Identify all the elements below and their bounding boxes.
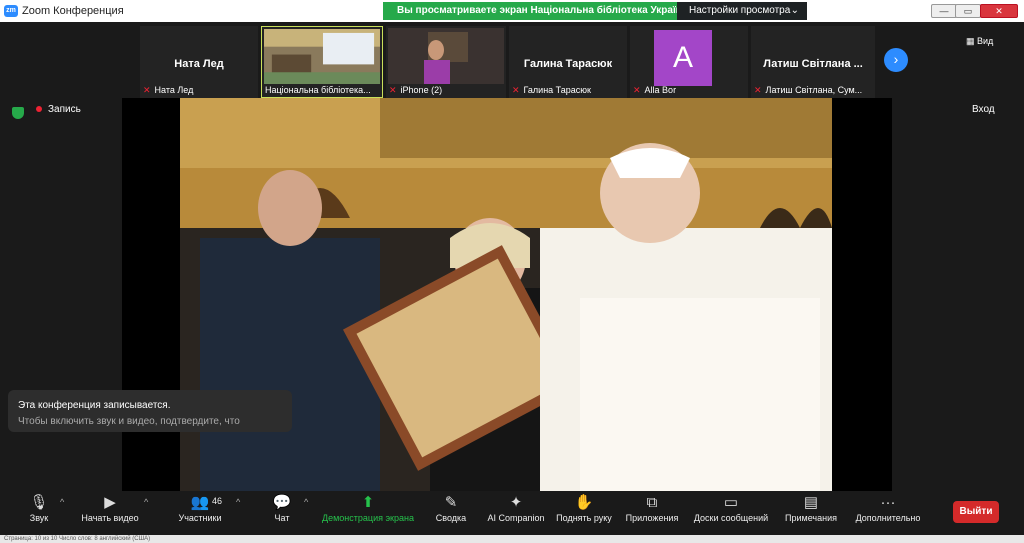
title-bar: zm Zoom Конференция Вы просматриваете эк… <box>0 0 1024 22</box>
more-button[interactable]: ··· Дополнительно <box>854 493 922 523</box>
recording-indicator[interactable]: Запись <box>36 104 81 115</box>
window-title: Zoom Конференция <box>22 5 124 17</box>
word-status-bar: Страница: 10 из 10 Число слов: 8 английс… <box>0 535 1024 543</box>
chat-button[interactable]: 💬 Чат <box>270 493 294 523</box>
participant-tile[interactable]: Галина Тарасюк ✕ Галина Тарасюк <box>509 26 627 98</box>
exit-button[interactable]: Выйти <box>953 501 999 523</box>
participant-footer: ✕ Ната Лед <box>143 85 193 96</box>
video-thumbnail <box>388 28 504 84</box>
participant-name: Латиш Світлана ... <box>763 58 863 70</box>
participant-footer-label: iPhone (2) <box>400 85 443 95</box>
ai-companion-button[interactable]: ✦ AI Companion <box>486 493 546 523</box>
maximize-button[interactable]: ▭ <box>955 4 981 18</box>
apps-icon: ⧉ <box>646 494 658 511</box>
view-button[interactable]: ▦ Вид <box>966 36 993 47</box>
apps-button[interactable]: ⧉ Приложения <box>624 493 680 523</box>
participant-tile[interactable]: ✕ iPhone (2) <box>386 26 506 98</box>
sharing-banner: Вы просматриваете экран Національна бібл… <box>383 2 677 20</box>
ai-label: AI Companion <box>487 513 545 523</box>
chat-icon: 💬 <box>272 494 292 511</box>
participant-footer: ✕ iPhone (2) <box>389 85 442 96</box>
whiteboards-button[interactable]: ▭ Доски сообщений <box>692 493 770 523</box>
participants-button[interactable]: 👥 46 Участники <box>174 493 226 523</box>
video-caret[interactable]: ^ <box>144 497 148 507</box>
notes-label: Примечания <box>785 513 837 523</box>
share-screen-icon: ⬆ <box>361 494 375 511</box>
whiteboards-label: Доски сообщений <box>693 513 769 523</box>
meeting-toolbar: 🎙 Звук ^ ▶ Начать видео ^ 👥 46 Участники… <box>0 491 1024 535</box>
mic-muted-icon: ✕ <box>512 85 520 95</box>
mic-muted-icon: ✕ <box>143 85 151 95</box>
participant-footer: Національна бібліотека... <box>265 85 371 95</box>
close-window-button[interactable]: ✕ <box>980 4 1018 18</box>
participant-tile[interactable]: Національна бібліотека... <box>261 26 383 98</box>
mic-muted-icon: ✕ <box>633 85 641 95</box>
recording-notice: Эта конференция записывается. Чтобы вклю… <box>8 390 292 432</box>
share-label: Демонстрация экрана <box>322 513 414 523</box>
start-video-button[interactable]: ▶ Начать видео <box>78 493 142 523</box>
participant-tile[interactable]: Ната Лед ✕ Ната Лед <box>140 26 258 98</box>
participant-footer-label: Alla Bor <box>644 85 677 95</box>
audio-caret[interactable]: ^ <box>60 497 64 507</box>
record-dot-icon <box>36 106 42 113</box>
microphone-icon: 🎙 <box>29 494 49 511</box>
shared-photo <box>180 98 832 491</box>
participant-tile[interactable]: Латиш Світлана ... ✕ Латиш Світлана, Сум.… <box>751 26 875 98</box>
raise-hand-button[interactable]: ✋ Поднять руку <box>556 493 612 523</box>
more-label: Дополнительно <box>855 513 921 523</box>
summary-button[interactable]: ✎ Сводка <box>434 493 468 523</box>
participant-footer: ✕ Alla Bor <box>633 85 676 96</box>
chevron-down-icon: ⌄ <box>790 5 799 16</box>
participants-count: 46 <box>212 496 223 506</box>
hand-icon: ✋ <box>574 494 594 511</box>
participant-footer-label: Латиш Світлана, Сум... <box>765 85 863 95</box>
participants-caret[interactable]: ^ <box>236 497 240 507</box>
view-button-label: Вид <box>977 36 994 46</box>
raise-hand-label: Поднять руку <box>556 513 612 523</box>
audio-button[interactable]: 🎙 Звук <box>22 493 56 523</box>
enter-button[interactable]: Вход <box>972 104 995 115</box>
notice-line: Чтобы включить звук и видео, подтвердите… <box>18 416 240 427</box>
chat-caret[interactable]: ^ <box>304 497 308 507</box>
participant-footer: ✕ Галина Тарасюк <box>512 85 591 96</box>
video-thumbnail <box>264 29 380 85</box>
shield-icon <box>12 107 24 119</box>
audio-label: Звук <box>29 513 49 523</box>
participant-footer-label: Ната Лед <box>154 85 194 95</box>
notes-button[interactable]: ▤ Примечания <box>784 493 838 523</box>
participant-name: Галина Тарасюк <box>523 58 613 70</box>
mic-muted-icon: ✕ <box>754 85 762 95</box>
summary-icon: ✎ <box>444 494 458 511</box>
sparkle-icon: ✦ <box>509 494 523 511</box>
next-page-button[interactable]: › <box>884 48 908 72</box>
zoom-logo-icon: zm <box>4 5 18 17</box>
participant-strip: Ната Лед ✕ Ната Лед Національна бібліотек… <box>0 22 1024 98</box>
whiteboard-icon: ▭ <box>723 494 739 511</box>
participant-footer: ✕ Латиш Світлана, Сум... <box>754 85 862 96</box>
summary-label: Сводка <box>435 513 467 523</box>
video-off-icon: ▶ <box>104 494 116 511</box>
video-label: Начать видео <box>81 513 139 523</box>
participants-label: Участники <box>178 513 222 523</box>
more-icon: ··· <box>880 494 896 511</box>
participant-name: Ната Лед <box>174 58 224 70</box>
view-settings-label: Настройки просмотра <box>689 5 791 16</box>
participant-tile[interactable]: A ✕ Alla Bor <box>630 26 748 98</box>
minimize-button[interactable]: — <box>931 4 957 18</box>
apps-label: Приложения <box>625 513 679 523</box>
notes-icon: ▤ <box>803 494 819 511</box>
avatar: A <box>654 30 712 86</box>
mic-muted-icon: ✕ <box>389 85 397 95</box>
view-settings-button[interactable]: Настройки просмотра ⌄ <box>677 2 807 20</box>
chat-label: Чат <box>274 513 290 523</box>
recording-label: Запись <box>48 104 81 115</box>
share-screen-button[interactable]: ⬆ Демонстрация экрана <box>322 493 414 523</box>
participant-footer-label: Галина Тарасюк <box>523 85 591 95</box>
notice-line: Эта конференция записывается. <box>18 400 171 411</box>
